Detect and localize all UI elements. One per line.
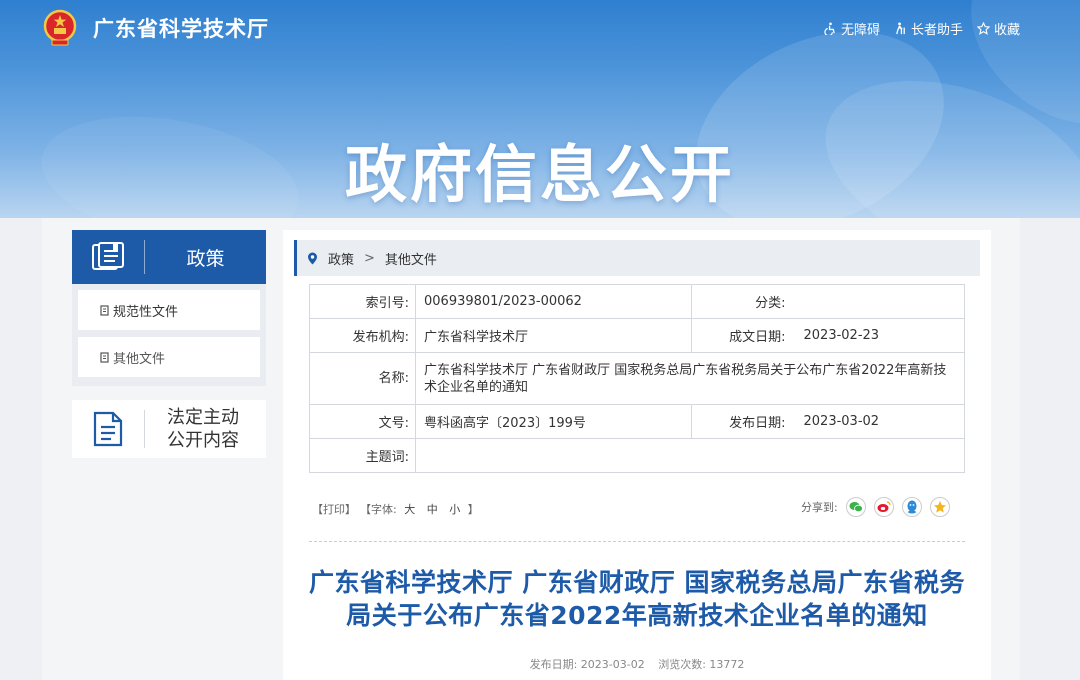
statutory-label-line2: 公开内容 [167, 430, 239, 451]
hero-title: 政府信息公开 [344, 138, 735, 211]
publisher-value: 广东省科学技术厅 [415, 318, 692, 353]
category-value [791, 284, 965, 319]
published-date-value: 2023-03-02 [791, 404, 965, 439]
wechat-icon [849, 502, 863, 513]
national-emblem-icon [43, 9, 77, 46]
elder-assistant-link[interactable]: 长者助手 [894, 19, 963, 38]
doc-number-value: 粤科函高字〔2023〕199号 [415, 404, 692, 439]
wheelchair-icon [824, 22, 835, 35]
sidebar-list: 规范性文件 其他文件 [72, 284, 266, 386]
created-date-label: 成文日期: [691, 318, 792, 353]
statutory-label-line1: 法定主动 [167, 407, 239, 428]
font-large-button[interactable]: 大 [404, 503, 415, 516]
created-date-value: 2023-02-23 [791, 318, 965, 353]
star-icon [976, 22, 990, 35]
favorite-link[interactable]: 收藏 [976, 19, 1020, 38]
statutory-disclosure-link[interactable]: 法定主动 公开内容 [72, 400, 266, 458]
font-small-button[interactable]: 小 [449, 503, 460, 516]
share-weibo-button[interactable] [873, 497, 894, 517]
policy-book-icon [92, 242, 124, 270]
sidebar-section-title: 政策 [186, 247, 225, 270]
sidebar-item-other-docs[interactable]: 其他文件 [78, 337, 260, 377]
qzone-icon [933, 501, 946, 513]
qq-icon [907, 500, 917, 514]
favorite-label: 收藏 [993, 23, 1020, 38]
share-qzone-button[interactable] [929, 497, 950, 517]
top-links: 无障碍 长者助手 收藏 [824, 19, 1020, 38]
index-label: 索引号: [309, 284, 416, 319]
article-views: 浏览次数: 13772 [658, 658, 745, 671]
section-divider [309, 541, 965, 542]
font-size-suffix: 】 [467, 503, 479, 516]
sidebar-item-label: 其他文件 [113, 351, 166, 367]
article-title: 广东省科学技术厅 广东省财政厅 国家税务总局广东省税务局关于公布广东省2022年… [309, 568, 965, 630]
document-icon [100, 304, 109, 316]
elder-assistant-label: 长者助手 [910, 23, 963, 38]
table-row: 主题词: [309, 438, 965, 473]
name-value: 广东省科学技术厅 广东省财政厅 国家税务总局广东省税务局关于公布广东省2022年… [415, 352, 965, 405]
sidebar-item-label: 规范性文件 [113, 304, 179, 320]
article-pub-date: 发布日期: 2023-03-02 [529, 658, 645, 671]
subject-label: 主题词: [309, 438, 416, 473]
document-meta-table: 索引号: 006939801/2023-00062 分类: 发布机构: 广东省科… [309, 284, 965, 473]
breadcrumb: 政策 > 其他文件 [294, 240, 980, 276]
location-pin-icon [308, 252, 317, 264]
breadcrumb-policy[interactable]: 政策 [328, 249, 354, 268]
sidebar-section-header[interactable]: 政策 [72, 230, 266, 284]
font-medium-button[interactable]: 中 [427, 503, 438, 516]
site-title[interactable]: 广东省科学技术厅 [93, 13, 269, 43]
article-meta: 发布日期: 2023-03-02 浏览次数: 13772 [309, 656, 965, 672]
breadcrumb-separator: > [364, 250, 375, 266]
document-icon [100, 351, 109, 363]
share-label: 分享到: [801, 501, 838, 514]
share-wechat-button[interactable] [845, 497, 866, 517]
elder-icon [896, 22, 905, 35]
share-bar: 分享到: [801, 497, 950, 517]
published-date-label: 发布日期: [691, 404, 792, 439]
sidebar-item-normative-docs[interactable]: 规范性文件 [78, 290, 260, 330]
share-qq-button[interactable] [901, 497, 922, 517]
accessibility-label: 无障碍 [840, 23, 880, 38]
header-banner: 广东省科学技术厅 无障碍 长者助手 收藏 政府信息公开 [0, 0, 1080, 218]
print-button[interactable]: 【打印】 [312, 501, 356, 517]
index-value: 006939801/2023-00062 [415, 284, 692, 319]
doc-number-label: 文号: [309, 404, 416, 439]
weibo-icon [877, 501, 891, 512]
accessibility-link[interactable]: 无障碍 [824, 19, 880, 38]
table-row: 文号: 粤科函高字〔2023〕199号 发布日期: 2023-03-02 [309, 404, 965, 439]
name-label: 名称: [309, 352, 416, 405]
publisher-label: 发布机构: [309, 318, 416, 353]
table-row: 名称: 广东省科学技术厅 广东省财政厅 国家税务总局广东省税务局关于公布广东省2… [309, 352, 965, 405]
table-row: 发布机构: 广东省科学技术厅 成文日期: 2023-02-23 [309, 318, 965, 353]
category-label: 分类: [691, 284, 792, 319]
table-row: 索引号: 006939801/2023-00062 分类: [309, 284, 965, 319]
subject-value [415, 438, 965, 473]
article-tools: 【打印】 【字体: 大 中 小 】 [312, 501, 479, 517]
font-size-prefix: 【字体: [360, 503, 397, 516]
breadcrumb-other-docs[interactable]: 其他文件 [385, 249, 437, 268]
document-list-icon [93, 411, 123, 447]
